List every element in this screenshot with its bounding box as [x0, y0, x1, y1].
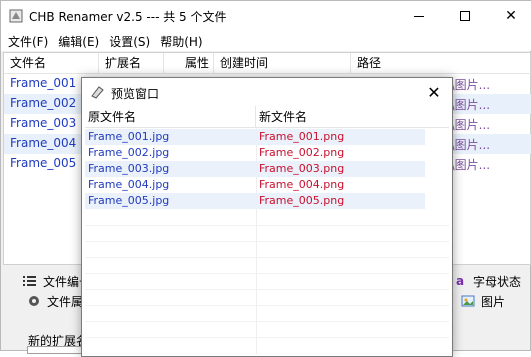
- preview-table-header: 原文件名 新文件名: [85, 106, 449, 128]
- menu-settings[interactable]: 设置(S): [109, 33, 150, 50]
- column-header-attributes[interactable]: 属性: [164, 53, 214, 74]
- file-list-header: 文件名 扩展名 属性 创建时间 路径: [4, 53, 531, 74]
- new-filename: Frame_005.png: [259, 194, 345, 207]
- new-filename: Frame_004.png: [259, 178, 345, 191]
- grid-line: [85, 305, 449, 306]
- row-filename: Frame_003: [10, 116, 77, 130]
- title-bar: CHB Renamer v2.5 --- 共 5 个文件 ✕: [1, 1, 531, 31]
- table-row[interactable]: Frame_004.jpg Frame_004.png: [85, 177, 425, 193]
- table-row[interactable]: Frame_002.jpg Frame_002.png: [85, 145, 425, 161]
- maximize-icon: [460, 11, 470, 21]
- original-filename: Frame_005.jpg: [88, 194, 170, 207]
- original-filename: Frame_003.jpg: [88, 162, 170, 175]
- app-logo-icon: [9, 9, 23, 23]
- menu-bar: 文件(F) 编辑(E) 设置(S) 帮助(H): [1, 31, 531, 51]
- original-filename: Frame_004.jpg: [88, 178, 170, 191]
- table-row[interactable]: Frame_005.jpg Frame_005.png: [85, 193, 425, 209]
- grid-line: [85, 257, 449, 258]
- table-row[interactable]: Frame_003.jpg Frame_003.png: [85, 161, 425, 177]
- menu-edit[interactable]: 编辑(E): [58, 33, 99, 50]
- row-filename: Frame_004: [10, 136, 77, 150]
- tab-letter-case-label: 字母状态: [473, 274, 522, 289]
- original-filename: Frame_001.jpg: [88, 130, 170, 143]
- image-icon: [461, 294, 475, 308]
- preview-icon: [90, 84, 106, 100]
- grid-line: [85, 225, 449, 226]
- grid-line: [85, 241, 449, 242]
- dialog-close-button[interactable]: ✕: [422, 82, 446, 102]
- menu-help[interactable]: 帮助(H): [160, 33, 202, 50]
- dialog-title-bar: 预览窗口 ✕: [82, 78, 452, 106]
- row-filename: Frame_001: [10, 76, 77, 90]
- window-title: CHB Renamer v2.5 --- 共 5 个文件: [29, 10, 227, 24]
- close-icon: ✕: [427, 82, 441, 102]
- gear-icon: [27, 294, 41, 308]
- row-filename: Frame_002: [10, 96, 77, 110]
- column-header-filename[interactable]: 文件名: [4, 53, 99, 74]
- maximize-button[interactable]: [442, 1, 488, 31]
- grid-line: [85, 337, 449, 338]
- grid-line: [85, 273, 449, 274]
- column-header-original-name[interactable]: 原文件名: [85, 106, 256, 128]
- preview-dialog: 预览窗口 ✕ 原文件名 新文件名 Frame_001.jpg Frame_001…: [81, 77, 453, 357]
- column-header-created[interactable]: 创建时间: [214, 53, 351, 74]
- column-header-new-name[interactable]: 新文件名: [256, 106, 449, 128]
- grid-line: [85, 289, 449, 290]
- new-filename: Frame_002.png: [259, 146, 345, 159]
- original-filename: Frame_002.jpg: [88, 146, 170, 159]
- dialog-title: 预览窗口: [111, 87, 160, 101]
- column-header-path[interactable]: 路径: [351, 53, 531, 74]
- tab-image[interactable]: 图片: [461, 291, 505, 311]
- tab-letter-case[interactable]: a 字母状态: [453, 271, 521, 291]
- menu-file[interactable]: 文件(F): [8, 33, 48, 50]
- column-header-extension[interactable]: 扩展名: [99, 53, 164, 74]
- tab-image-label: 图片: [481, 294, 506, 309]
- close-button[interactable]: ✕: [488, 1, 531, 31]
- close-icon: ✕: [505, 8, 517, 24]
- tab-file-attributes[interactable]: 文件属: [27, 291, 83, 311]
- row-filename: Frame_005: [10, 156, 77, 170]
- tab-file-attributes-label: 文件属: [47, 294, 84, 309]
- preview-table[interactable]: 原文件名 新文件名 Frame_001.jpg Frame_001.png Fr…: [85, 106, 449, 354]
- letter-a-icon: a: [455, 274, 465, 288]
- list-numbered-icon: [23, 274, 37, 288]
- new-extension-input[interactable]: [27, 346, 87, 354]
- grid-line: [85, 321, 449, 322]
- table-row[interactable]: Frame_001.jpg Frame_001.png: [85, 129, 425, 145]
- minimize-icon: [414, 15, 424, 17]
- new-filename: Frame_001.png: [259, 130, 345, 143]
- new-filename: Frame_003.png: [259, 162, 345, 175]
- minimize-button[interactable]: [396, 1, 442, 31]
